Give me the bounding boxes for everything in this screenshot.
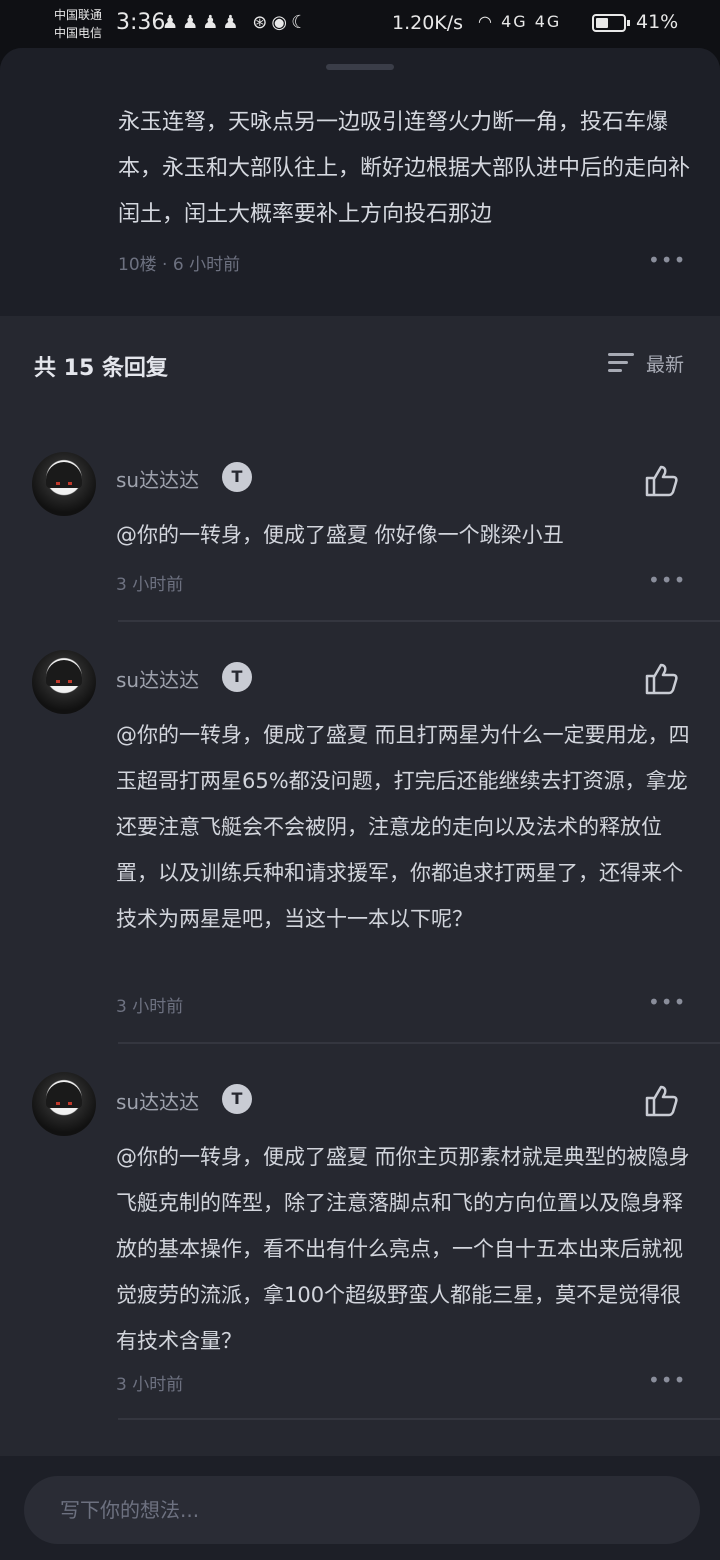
carrier-1: 中国联通 [54,8,103,22]
sort-button[interactable]: 最新 [608,348,684,378]
thumbs-up-icon[interactable] [644,464,680,498]
username[interactable]: su达达达 [116,464,199,493]
carrier-2: 中国电信 [54,26,103,40]
divider [118,1042,720,1044]
thumbs-up-icon[interactable] [644,1084,680,1118]
reply-time: 3 小时前 [116,1375,184,1395]
list-item: su达达达 T @你的一转身，便成了盛夏 而且打两星为什么一定要用龙，四玉超哥打… [0,638,720,1060]
sort-label: 最新 [646,353,685,376]
status-bar: 中国联通 中国电信 3:36 ♟♟♟♟ ⊛◉☾ 1.20K/s ◠ 4G 4G … [0,0,720,48]
sort-icon [608,351,636,375]
reply-time: 3 小时前 [116,575,184,595]
eye-icon: ◉ [271,12,292,33]
carrier-labels: 中国联通 中国电信 [54,6,102,42]
more-icon[interactable]: ••• [648,1368,686,1392]
battery-icon [592,14,630,32]
network-speed: 1.20K/s [392,12,464,34]
more-icon[interactable]: ••• [648,248,686,272]
avatar[interactable] [32,650,96,714]
more-icon[interactable]: ••• [648,990,686,1014]
parent-comment-meta: 10楼 · 6 小时前 [118,255,241,275]
replies-list: su达达达 T @你的一转身，便成了盛夏 你好像一个跳梁小丑 3 小时前 •••… [0,444,720,1454]
divider [118,1418,720,1420]
parent-comment: 永玉连弩，天咏点另一边吸引连弩火力断一角，投石车爆本，永玉和大部队往上，断好边根… [0,48,720,316]
level-badge: T [222,462,252,492]
reply-text: @你的一转身，便成了盛夏 而你主页那素材就是典型的被隐身飞艇克制的阵型，除了注意… [116,1145,690,1353]
replies-count-title: 共 15 条回复 [34,356,168,381]
comment-input[interactable] [24,1476,700,1544]
username[interactable]: su达达达 [116,1086,199,1115]
qq-icon: ♟ [182,12,203,33]
qq-icon: ♟ [202,12,223,33]
status-time: 3:36 [116,10,166,35]
moon-icon: ☾ [291,12,312,33]
list-item: su达达达 T @你的一转身，便成了盛夏 而你主页那素材就是典型的被隐身飞艇克制… [0,1060,720,1436]
reply-text: @你的一转身，便成了盛夏 而且打两星为什么一定要用龙，四玉超哥打两星65%都没问… [116,723,690,931]
drag-handle[interactable] [326,64,394,70]
avatar[interactable] [32,1072,96,1136]
parent-comment-text: 永玉连弩，天咏点另一边吸引连弩火力断一角，投石车爆本，永玉和大部队往上，断好边根… [118,110,691,227]
comment-sheet: 永玉连弩，天咏点另一边吸引连弩火力断一角，投石车爆本，永玉和大部队往上，断好边根… [0,48,720,1560]
level-badge: T [222,662,252,692]
qq-icon: ♟ [162,12,183,33]
replies-section: 共 15 条回复 最新 su达达达 T @你的一转身，便成了盛夏 你好像一个跳梁… [0,316,720,1560]
wifi-icon: ◠ [478,12,494,31]
qq-icon: ♟ [222,12,243,33]
battery-percent: 41% [636,11,679,33]
list-item: su达达达 T @你的一转身，便成了盛夏 你好像一个跳梁小丑 3 小时前 ••• [0,444,720,638]
signal-icon: 4G 4G [501,12,562,31]
thumbs-up-icon[interactable] [644,662,680,696]
signal-icons: ◠ 4G 4G [478,12,561,31]
more-icon[interactable]: ••• [648,568,686,592]
reply-time: 3 小时前 [116,997,184,1017]
username[interactable]: su达达达 [116,664,199,693]
divider [118,620,720,622]
nfc-icon: ⊛ [252,12,272,33]
level-badge: T [222,1084,252,1114]
avatar[interactable] [32,452,96,516]
notification-icons: ♟♟♟♟ ⊛◉☾ [162,12,311,33]
reply-text: @你的一转身，便成了盛夏 你好像一个跳梁小丑 [116,523,564,547]
comment-input-bar [0,1456,720,1560]
list-item [0,1436,720,1454]
